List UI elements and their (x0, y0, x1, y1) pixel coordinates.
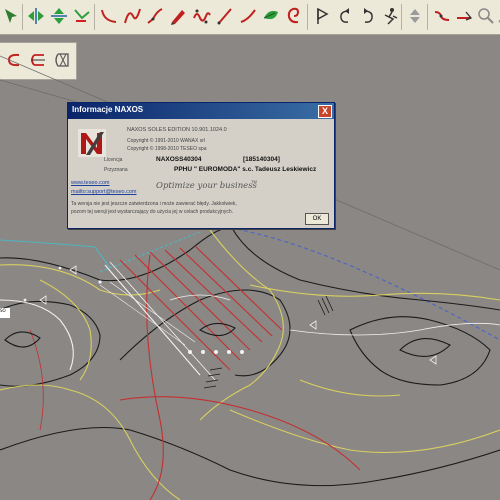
notice-line-2: pozom tej wersji jest wystarczający do u… (71, 209, 234, 215)
line-segment-icon[interactable] (236, 3, 260, 29)
yellow-contour (199, 229, 284, 421)
yellow-contour (249, 284, 500, 301)
wave-curve-icon[interactable] (190, 3, 214, 29)
black-contour (0, 300, 101, 387)
cyan-outline (0, 239, 111, 269)
tool-extra-icon[interactable] (494, 3, 500, 29)
yellow-contour (0, 264, 161, 296)
flip-vertical-icon[interactable] (47, 3, 71, 29)
marker-dots (23, 266, 244, 354)
scissor-cut-icon[interactable] (70, 3, 94, 29)
part-tag: SO (0, 308, 10, 318)
naxos-logo-icon (78, 129, 106, 157)
diagonal-line-icon[interactable] (213, 3, 237, 29)
curve-line-icon[interactable] (97, 3, 121, 29)
yellow-contour (0, 384, 181, 500)
pencil-icon[interactable] (166, 3, 190, 29)
ok-button[interactable]: OK (305, 213, 329, 225)
yellow-contour (39, 279, 92, 381)
edition-text: NAXOS SOLES EDITION 10.901.1024.0 (127, 127, 227, 133)
leaf-ornament (4, 331, 41, 348)
double-line-icon[interactable] (452, 3, 476, 29)
about-dialog: Informacje NAXOS X NAXOS SOLES EDITION 1… (67, 102, 335, 229)
white-rung (104, 264, 201, 376)
email-link[interactable]: mailto:support@teseo.com (71, 189, 137, 195)
license-label: Licencja (104, 157, 123, 163)
scroll-arrows-icon[interactable] (403, 3, 427, 29)
leaf-shape-icon[interactable] (259, 3, 283, 29)
yellow-contour (299, 379, 401, 397)
hatch-ticks (317, 295, 334, 316)
toolbar-separator (22, 4, 23, 30)
red-seam (119, 396, 361, 471)
leaf-ornament (399, 338, 451, 357)
main-toolbar (0, 0, 500, 35)
toolbar-separator (307, 4, 308, 30)
rotate-right-icon[interactable] (356, 3, 380, 29)
license-value: NAXOSS40304 (156, 156, 202, 163)
white-rung (109, 261, 216, 381)
license-number: [185140304] (243, 156, 280, 163)
offset-line-icon[interactable] (430, 3, 454, 29)
copyright-line-1: Copyright © 1991-2010 WANAX srl (127, 138, 205, 144)
black-contour (349, 316, 491, 386)
slogan-text: Optimize your business (156, 181, 257, 191)
white-contour (289, 322, 500, 336)
spring-person-icon[interactable] (378, 3, 402, 29)
flag-tool-icon[interactable] (310, 3, 334, 29)
toolbar-separator (401, 4, 402, 30)
close-button[interactable]: X (318, 105, 332, 118)
website-link[interactable]: www.teseo.com (71, 180, 110, 186)
red-seam (119, 245, 283, 371)
spiral-icon[interactable] (282, 3, 306, 29)
black-contour (0, 426, 500, 487)
toolbar-separator (94, 4, 95, 30)
notice-line-1: Ta wersja nie jest jeszcze zatwierdzona … (71, 201, 237, 207)
spline-icon[interactable] (143, 3, 167, 29)
black-contour (0, 227, 500, 311)
part-tag-label: SO (0, 308, 6, 313)
dialog-titlebar[interactable]: Informacje NAXOS X (68, 103, 334, 119)
assigned-label: Przyznana (104, 167, 128, 173)
curve-s-icon[interactable] (120, 3, 144, 29)
navigate-arrow-icon[interactable] (0, 3, 24, 29)
toolbar-separator (427, 4, 428, 30)
assigned-value: PPHU " EUROMODA" s.c. Tadeusz Leskiewicz (174, 166, 317, 173)
rotate-left-icon[interactable] (333, 3, 357, 29)
copyright-line-2: Copyright © 1998-2010 TESEO spa (127, 146, 207, 152)
move-horizontal-icon[interactable] (24, 3, 48, 29)
trademark-mark: TM (251, 179, 257, 184)
dialog-title: Informacje NAXOS (72, 105, 144, 114)
